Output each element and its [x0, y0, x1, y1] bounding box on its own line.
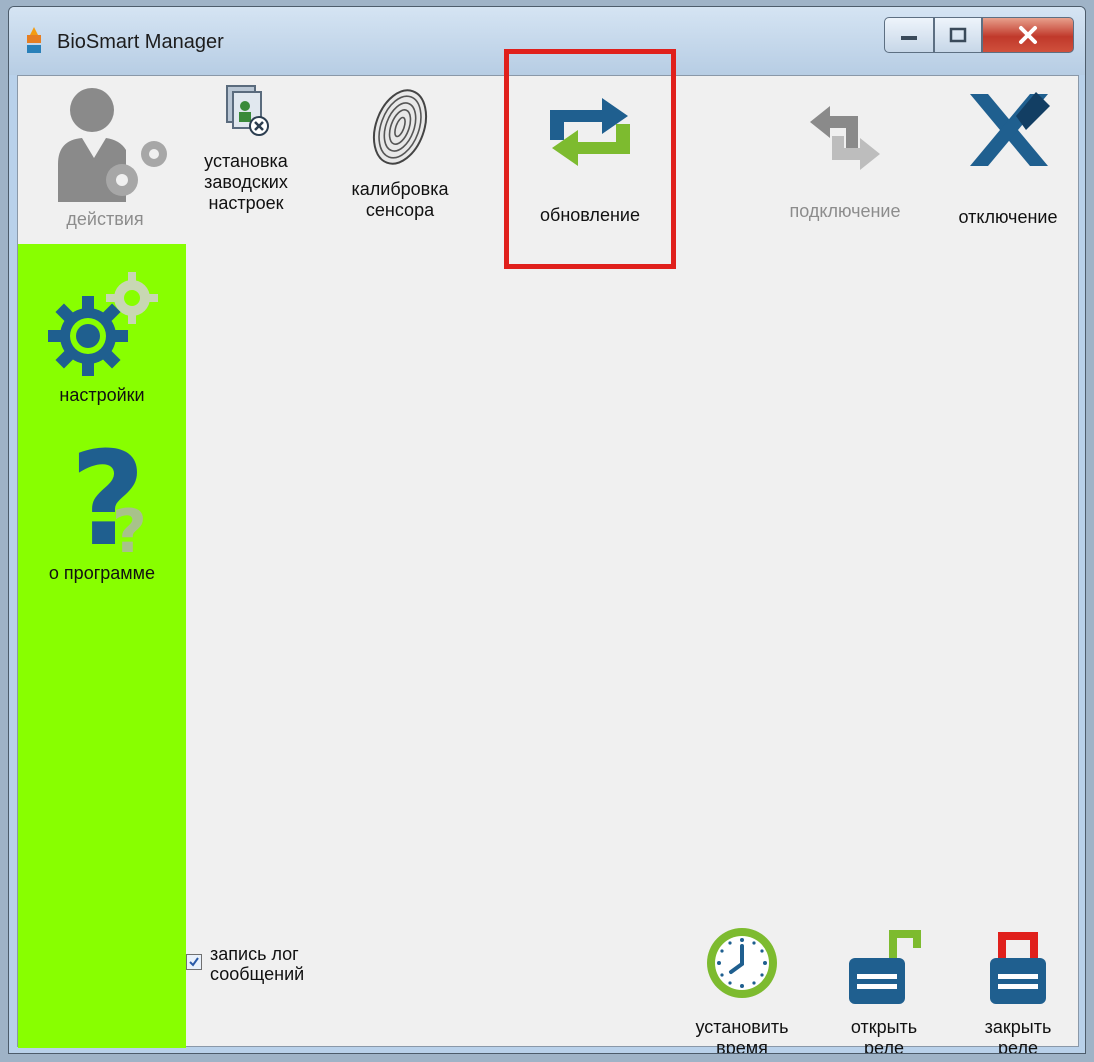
disconnect-button[interactable]: отключение — [938, 86, 1078, 228]
calibrate-sensor-button[interactable]: калибровка сенсора — [330, 84, 470, 221]
clock-icon — [707, 928, 777, 998]
actions-label: действия — [66, 209, 144, 229]
log-checkbox-row[interactable]: запись лог сообщений — [186, 944, 304, 984]
connect-label: подключение — [789, 201, 901, 221]
actions-button[interactable]: действия — [30, 84, 180, 230]
window-title: BioSmart Manager — [57, 31, 224, 53]
calibrate-label: калибровка сенсора — [351, 179, 449, 220]
maximize-icon — [949, 27, 967, 43]
close-relay-button[interactable]: закрыть реле — [958, 924, 1078, 1054]
app-window: BioSmart Manager действия установка заво… — [8, 6, 1086, 1054]
close-button[interactable] — [982, 17, 1074, 53]
open-lock-icon — [849, 930, 921, 1004]
app-icon — [27, 27, 41, 53]
disconnect-label: отключение — [958, 207, 1058, 227]
open-relay-label: открыть реле — [850, 1017, 918, 1054]
sidebar-item-about[interactable]: ? ? о программе — [18, 423, 186, 584]
connect-arrows-icon — [810, 106, 880, 170]
settings-label: настройки — [59, 385, 145, 405]
factory-reset-button[interactable]: установка заводских настроек — [186, 82, 306, 214]
update-label: обновление — [540, 205, 640, 225]
log-checkbox[interactable] — [186, 954, 202, 970]
closed-lock-icon — [990, 932, 1046, 1004]
open-relay-button[interactable]: открыть реле — [824, 924, 944, 1054]
factory-reset-icon — [226, 85, 269, 136]
person-gears-icon — [58, 88, 167, 202]
settings-gears-icon — [48, 272, 158, 376]
sidebar: настройки ? ? о программе — [18, 244, 186, 1048]
factory-reset-label: установка заводских настроек — [204, 151, 288, 213]
svg-text:?: ? — [112, 497, 147, 554]
connect-button[interactable]: подключение — [770, 96, 920, 222]
minimize-icon — [901, 36, 917, 40]
set-time-label: установить время — [695, 1017, 789, 1054]
refresh-arrows-icon — [550, 98, 630, 166]
update-button[interactable]: обновление — [510, 90, 670, 226]
question-icon: ? ? — [70, 423, 147, 575]
set-time-button[interactable]: установить время — [678, 924, 806, 1054]
about-label: о программе — [48, 563, 156, 583]
fingerprint-icon — [372, 89, 428, 165]
checkmark-icon — [189, 957, 199, 967]
main-area: действия установка заводских настроек ка… — [17, 49, 1079, 1053]
sidebar-item-settings[interactable]: настройки — [18, 260, 186, 406]
close-icon — [1019, 26, 1037, 44]
minimize-button[interactable] — [884, 17, 934, 53]
log-label: запись лог сообщений — [210, 944, 305, 984]
maximize-button[interactable] — [934, 17, 982, 53]
close-relay-label: закрыть реле — [984, 1017, 1052, 1054]
disconnect-x-icon — [970, 92, 1050, 166]
